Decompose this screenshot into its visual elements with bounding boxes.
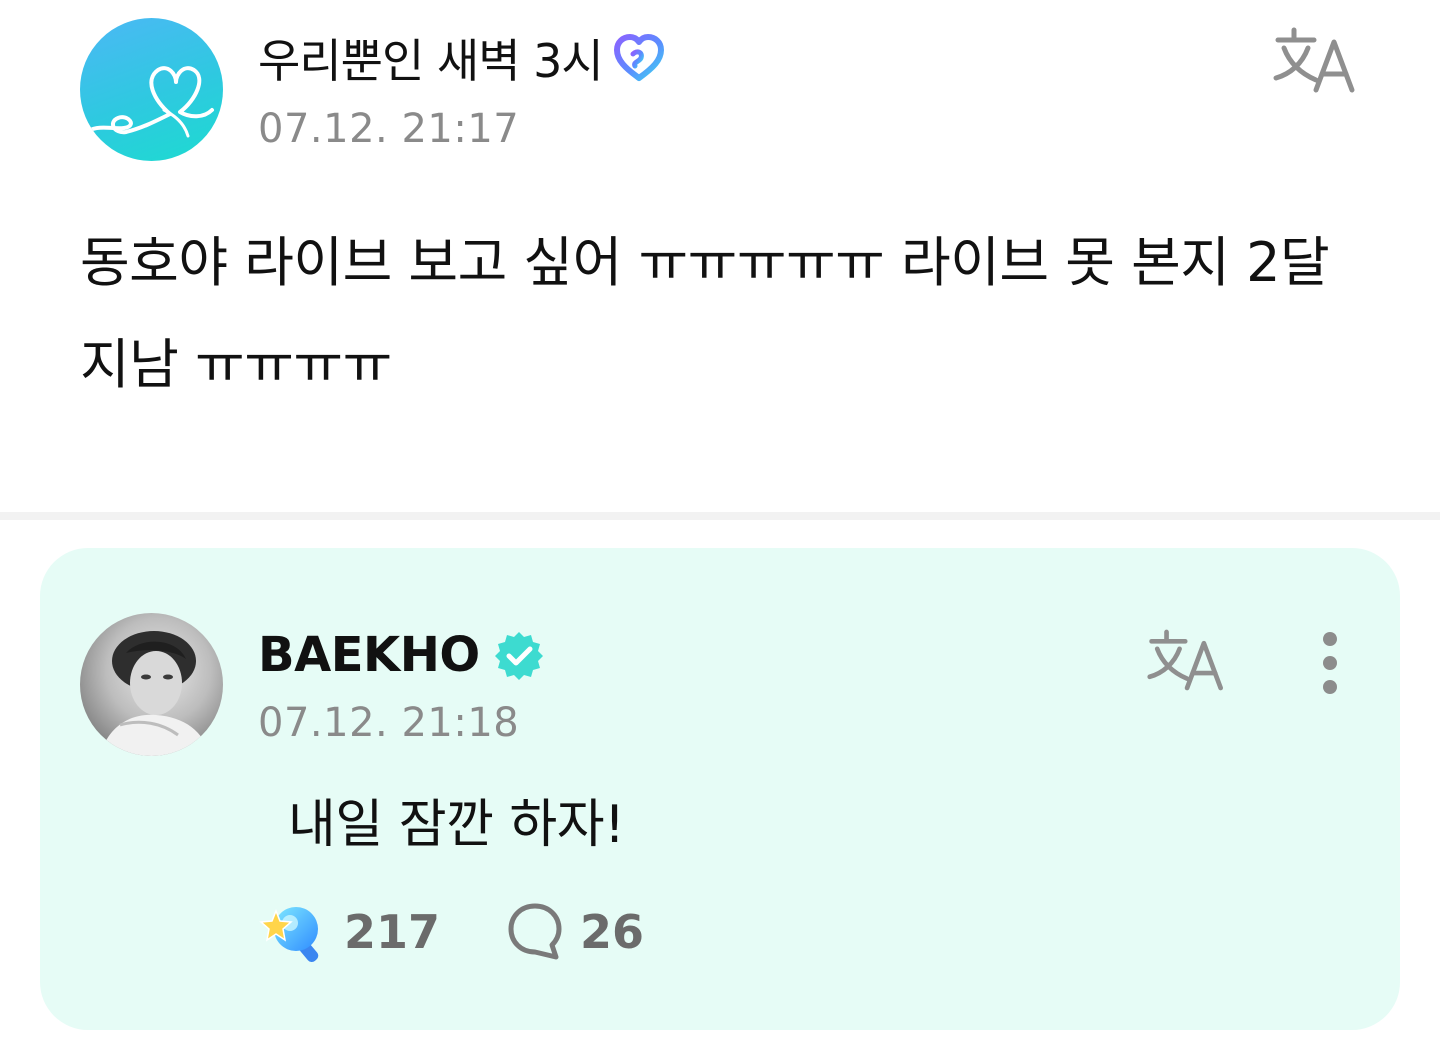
artist-photo — [100, 631, 210, 756]
section-divider — [0, 512, 1440, 520]
artist-name[interactable]: BAEKHO — [258, 627, 480, 683]
translate-icon[interactable] — [1146, 628, 1230, 692]
membership-heart-icon — [613, 34, 664, 81]
reply-body: 내일 잠깐 하자! — [288, 795, 625, 855]
cheer-count: 217 — [344, 905, 441, 959]
fan-post-timestamp: 07.12. 21:17 — [258, 106, 520, 152]
fan-post: 우리뿐인 새벽 3시 07.12. 21:17 동호야 라이브 보고 싶어 ㅠㅠ… — [0, 0, 1440, 512]
artist-avatar[interactable] — [80, 613, 223, 756]
verified-check-icon — [494, 632, 543, 680]
comment-bubble-icon — [508, 903, 562, 960]
reaction-bar: 217 26 — [258, 896, 644, 968]
translate-icon[interactable] — [1272, 26, 1362, 94]
fan-post-body: 동호야 라이브 보고 싶어 ㅠㅠㅠㅠㅠ 라이브 못 본지 2달 지남 ㅠㅠㅠㅠ — [80, 231, 1346, 396]
fan-avatar[interactable] — [80, 18, 223, 161]
cheer-button[interactable]: 217 — [258, 901, 440, 963]
fan-name-row: 우리뿐인 새벽 3시 — [258, 26, 667, 90]
comment-button[interactable]: 26 — [506, 901, 644, 963]
fan-nickname[interactable]: 우리뿐인 새벽 3시 — [258, 25, 604, 91]
artist-name-row: BAEKHO — [258, 624, 544, 686]
more-options-icon[interactable] — [1306, 628, 1354, 698]
heart-swirl-logo-icon — [80, 66, 214, 138]
reply-timestamp: 07.12. 21:18 — [258, 700, 520, 746]
cheer-stick-icon — [259, 907, 319, 963]
comment-count: 26 — [580, 905, 645, 959]
artist-reply-card: BAEKHO 07.12. 21:18 내일 잠깐 하자! 217 26 — [40, 548, 1400, 1030]
